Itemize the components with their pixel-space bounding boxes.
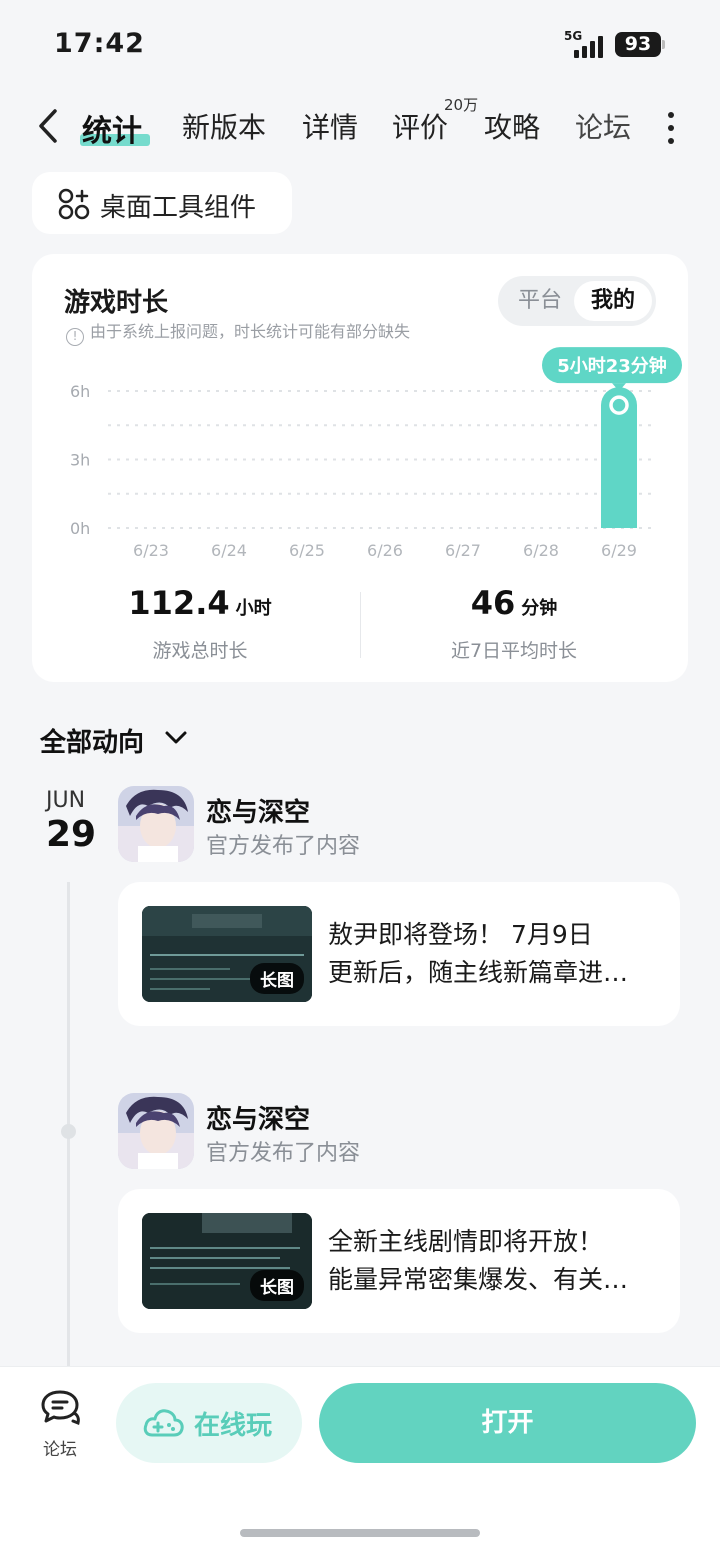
average-play-time: 46 分钟 近7日平均时长: [354, 584, 674, 663]
forum-label[interactable]: 论坛: [43, 1435, 77, 1460]
average-label: 近7日平均时长: [450, 640, 578, 662]
post-thumbnail: 长图: [142, 906, 312, 1002]
total-value: 112.4: [128, 584, 230, 622]
status-bar: 17:42 5G 93: [0, 0, 720, 90]
date-day: 29: [46, 814, 97, 855]
battery-tip: [662, 40, 665, 49]
tab-new-version[interactable]: 新版本: [182, 106, 266, 146]
post-text-line: 更新后，随主线新篇章进…: [328, 958, 629, 987]
post-subtitle: 官方发布了内容: [206, 1141, 361, 1166]
play-online-button[interactable]: 在线玩: [116, 1383, 302, 1463]
average-value: 46: [470, 584, 516, 622]
timeline-dot: [61, 1124, 76, 1139]
post-card[interactable]: 长图 敖尹即将登场！ 7月9日 更新后，随主线新篇章进…: [118, 882, 680, 1026]
chevron-down-icon[interactable]: [164, 728, 188, 748]
open-button[interactable]: 打开: [319, 1383, 696, 1463]
widget-grid-icon: [58, 188, 90, 220]
x-tick-label: 6/27: [445, 541, 481, 560]
signal-icon: 5G: [564, 29, 608, 58]
average-unit: 分钟: [521, 598, 558, 619]
x-tick-label: 6/29: [601, 541, 637, 560]
x-tick-label: 6/26: [367, 541, 403, 560]
top-nav: 统计 新版本 详情 评价 20万 攻略 论坛: [0, 96, 720, 156]
status-time: 17:42: [54, 28, 145, 59]
play-online-label: 在线玩: [194, 1411, 273, 1441]
tab-details[interactable]: 详情: [302, 106, 358, 146]
post-text-line: 敖尹即将登场！ 7月9日: [328, 920, 593, 949]
total-unit: 小时: [235, 598, 272, 619]
post-text-line: 能量异常密集爆发、有关…: [328, 1265, 629, 1294]
desktop-widget-label: 桌面工具组件: [100, 193, 257, 223]
long-image-badge: 长图: [250, 963, 304, 994]
avatar[interactable]: [118, 786, 194, 862]
post-author[interactable]: 恋与深空: [206, 1099, 310, 1136]
back-icon[interactable]: [36, 108, 60, 144]
highlight-label: 5小时23分钟: [557, 355, 667, 377]
home-indicator[interactable]: [240, 1529, 480, 1537]
y-tick-label: 3h: [70, 451, 90, 470]
tab-guides[interactable]: 攻略: [484, 106, 540, 146]
y-tick-label: 0h: [70, 519, 90, 538]
x-tick-label: 6/24: [211, 541, 247, 560]
total-play-time: 112.4 小时 游戏总时长: [40, 584, 360, 663]
post-subtitle: 官方发布了内容: [206, 834, 361, 859]
play-time-chart: 0h 3h 6h 6/23 6/24 6/25 6/26 6/27 6/28 6/29 5小时23分…: [70, 347, 682, 560]
bottom-action-bar: 论坛 在线玩 打开: [0, 1366, 720, 1554]
post-text-line: 全新主线剧情即将开放！: [328, 1227, 604, 1256]
x-tick-label: 6/25: [289, 541, 325, 560]
x-tick-label: 6/23: [133, 541, 169, 560]
long-image-badge: 长图: [250, 1270, 304, 1301]
more-icon[interactable]: [664, 112, 678, 144]
post-card[interactable]: 长图 全新主线剧情即将开放！ 能量异常密集爆发、有关…: [118, 1189, 680, 1333]
cloud-gamepad-icon: [143, 1409, 184, 1437]
tab-forum[interactable]: 论坛: [575, 106, 631, 146]
post-text: 敖尹即将登场！ 7月9日 更新后，随主线新篇章进…: [328, 916, 658, 992]
battery-icon: 93: [615, 32, 661, 57]
desktop-widget-button[interactable]: 桌面工具组件: [32, 172, 292, 234]
avatar[interactable]: [118, 1093, 194, 1169]
post-thumbnail: 长图: [142, 1213, 312, 1309]
total-label: 游戏总时长: [152, 640, 248, 662]
y-tick-label: 6h: [70, 382, 90, 401]
reviews-count-badge: 20万: [444, 96, 479, 114]
post-author[interactable]: 恋与深空: [206, 792, 310, 829]
post-text: 全新主线剧情即将开放！ 能量异常密集爆发、有关…: [328, 1223, 658, 1299]
network-label: 5G: [564, 29, 583, 43]
date-month: JUN: [46, 788, 86, 813]
x-tick-label: 6/28: [523, 541, 559, 560]
play-time-card: 游戏时长 ! 由于系统上报问题，时长统计可能有部分缺失 平台 我的 0h 3h 6h 6…: [32, 254, 688, 682]
forum-icon[interactable]: [40, 1389, 82, 1427]
tab-stats[interactable]: 统计: [82, 106, 142, 150]
bar: [601, 387, 637, 528]
tab-reviews[interactable]: 评价: [392, 106, 448, 146]
feed-filter[interactable]: 全部动向: [40, 722, 144, 759]
